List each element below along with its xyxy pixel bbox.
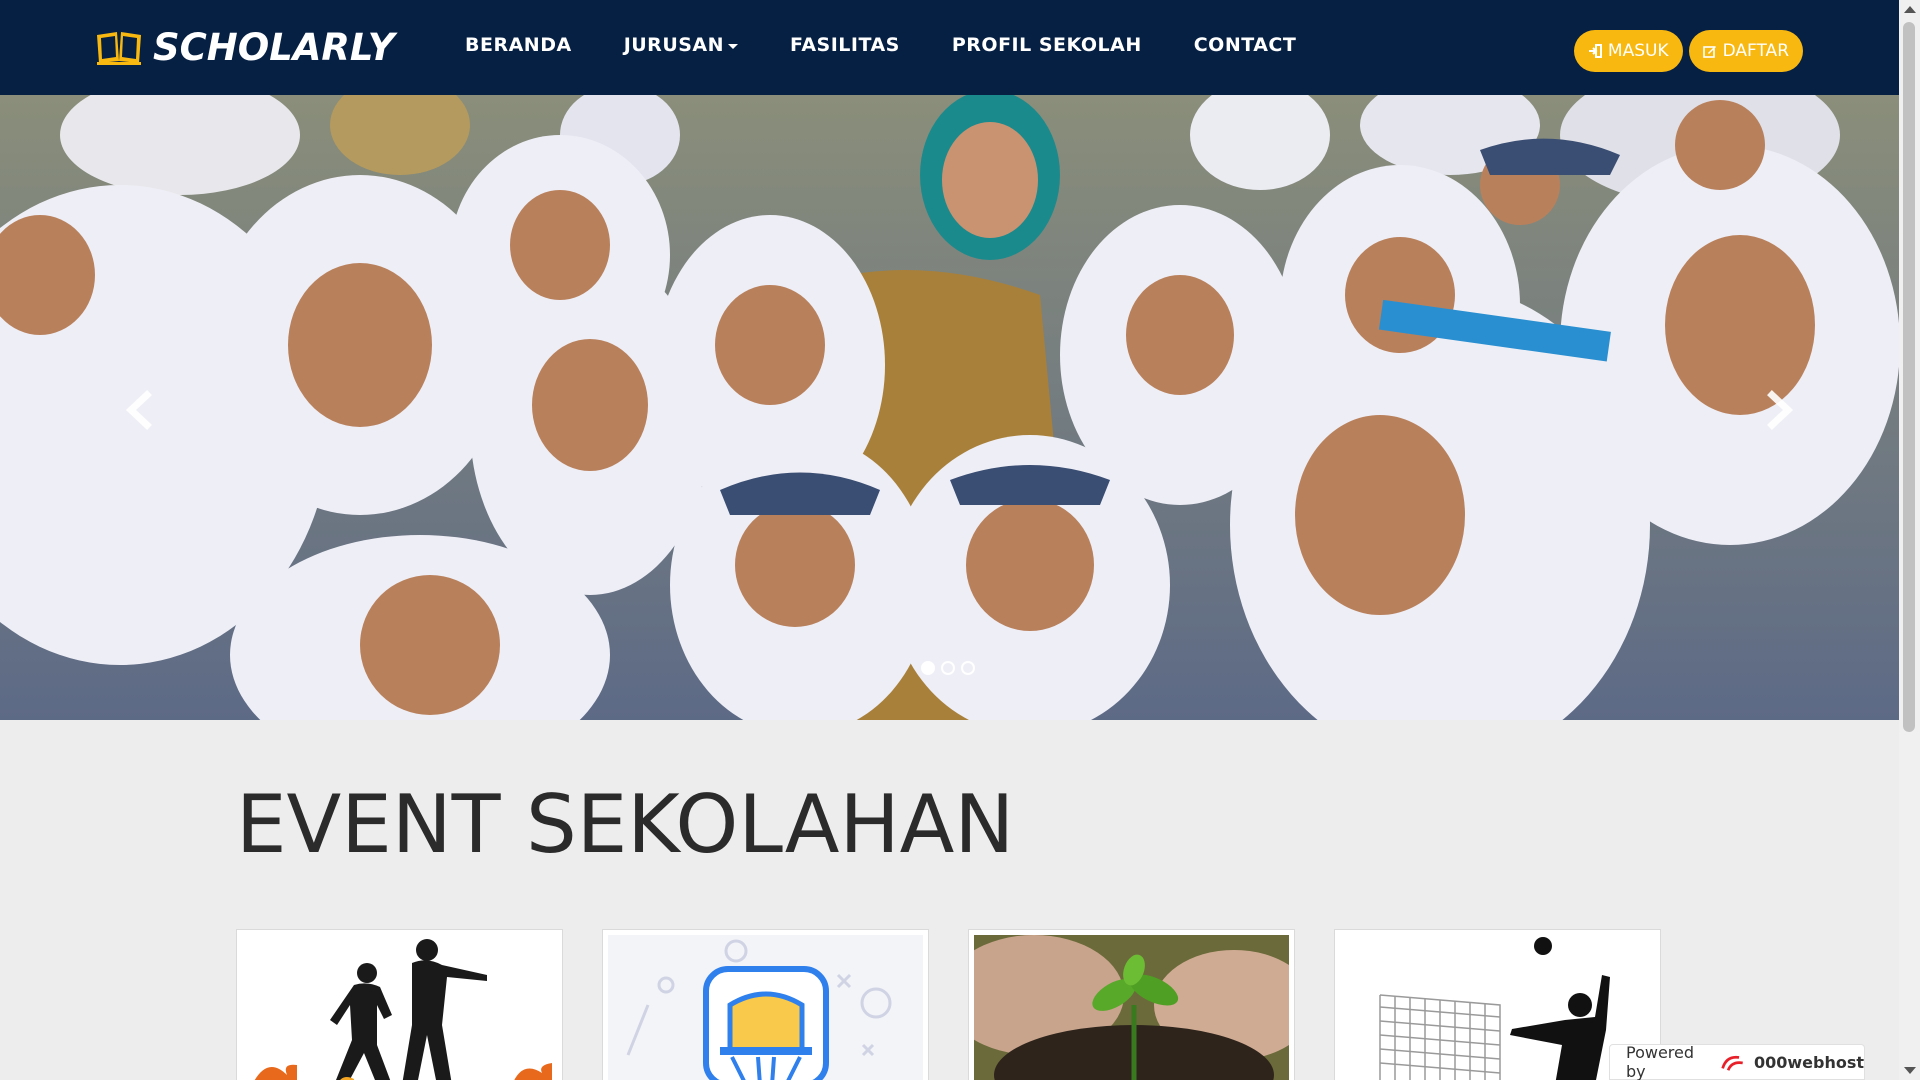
login-label: MASUK <box>1607 41 1669 61</box>
nav-item-label: FASILITAS <box>790 34 900 56</box>
nav-item-label: JURUSAN <box>623 34 725 56</box>
sign-in-icon <box>1588 44 1602 58</box>
navbar: SCHOLARLY BERANDA JURUSAN FASILITAS PROF… <box>0 0 1899 95</box>
scroll-down-icon[interactable] <box>1904 1067 1916 1074</box>
carousel-indicator[interactable] <box>961 661 975 675</box>
nav-item-beranda[interactable]: BERANDA <box>465 34 572 56</box>
hero-carousel <box>0 95 1899 720</box>
login-button[interactable]: MASUK <box>1573 30 1683 72</box>
nav-item-profil-sekolah[interactable]: PROFIL SEKOLAH <box>952 34 1142 56</box>
soccer-players-image <box>242 935 557 1080</box>
chevron-right-icon <box>1767 390 1794 430</box>
carousel-indicator[interactable] <box>921 661 935 675</box>
scroll-up-icon[interactable] <box>1904 6 1916 13</box>
volleyball-player-image <box>1340 935 1655 1080</box>
register-label: DAFTAR <box>1722 41 1789 61</box>
plant-seedling-image <box>974 935 1289 1080</box>
brand-name: SCHOLARLY <box>153 26 395 69</box>
event-card-basketball[interactable] <box>602 929 929 1080</box>
carousel-indicator[interactable] <box>941 661 955 675</box>
caret-down-icon <box>728 43 739 49</box>
powered-by-host: 000webhost <box>1753 1052 1864 1072</box>
carousel-prev-button[interactable] <box>115 385 165 435</box>
register-button[interactable]: DAFTAR <box>1688 30 1803 72</box>
section-title: EVENT SEKOLAHAN <box>236 778 1015 871</box>
webhost-logo-icon <box>1720 1055 1743 1071</box>
nav-item-fasilitas[interactable]: FASILITAS <box>790 34 900 56</box>
auth-actions: MASUK DAFTAR <box>1573 30 1803 72</box>
brand-logo[interactable]: SCHOLARLY <box>95 26 395 69</box>
chevron-left-icon <box>125 390 152 430</box>
carousel-next-button[interactable] <box>1754 385 1804 435</box>
main-nav: BERANDA JURUSAN FASILITAS PROFIL SEKOLAH… <box>465 34 1296 56</box>
page-scrollbar[interactable] <box>1899 0 1920 1080</box>
event-card-planting[interactable] <box>968 929 1295 1080</box>
nav-item-label: CONTACT <box>1193 34 1297 56</box>
carousel-indicators <box>921 661 975 675</box>
event-card-soccer[interactable] <box>236 929 563 1080</box>
nav-item-label: PROFIL SEKOLAH <box>951 34 1142 56</box>
scroll-thumb[interactable] <box>1903 22 1915 732</box>
edit-icon <box>1702 46 1716 58</box>
book-icon <box>97 31 141 65</box>
powered-by-badge[interactable]: Powered by 000webhost <box>1609 1043 1865 1080</box>
nav-item-label: BERANDA <box>465 34 572 56</box>
hero-slide-image <box>0 95 1899 720</box>
event-cards <box>236 929 1661 1080</box>
nav-item-contact[interactable]: CONTACT <box>1194 34 1297 56</box>
basketball-hoop-image <box>608 935 923 1080</box>
nav-item-jurusan[interactable]: JURUSAN <box>623 34 739 56</box>
powered-by-label: Powered by <box>1626 1043 1695 1080</box>
